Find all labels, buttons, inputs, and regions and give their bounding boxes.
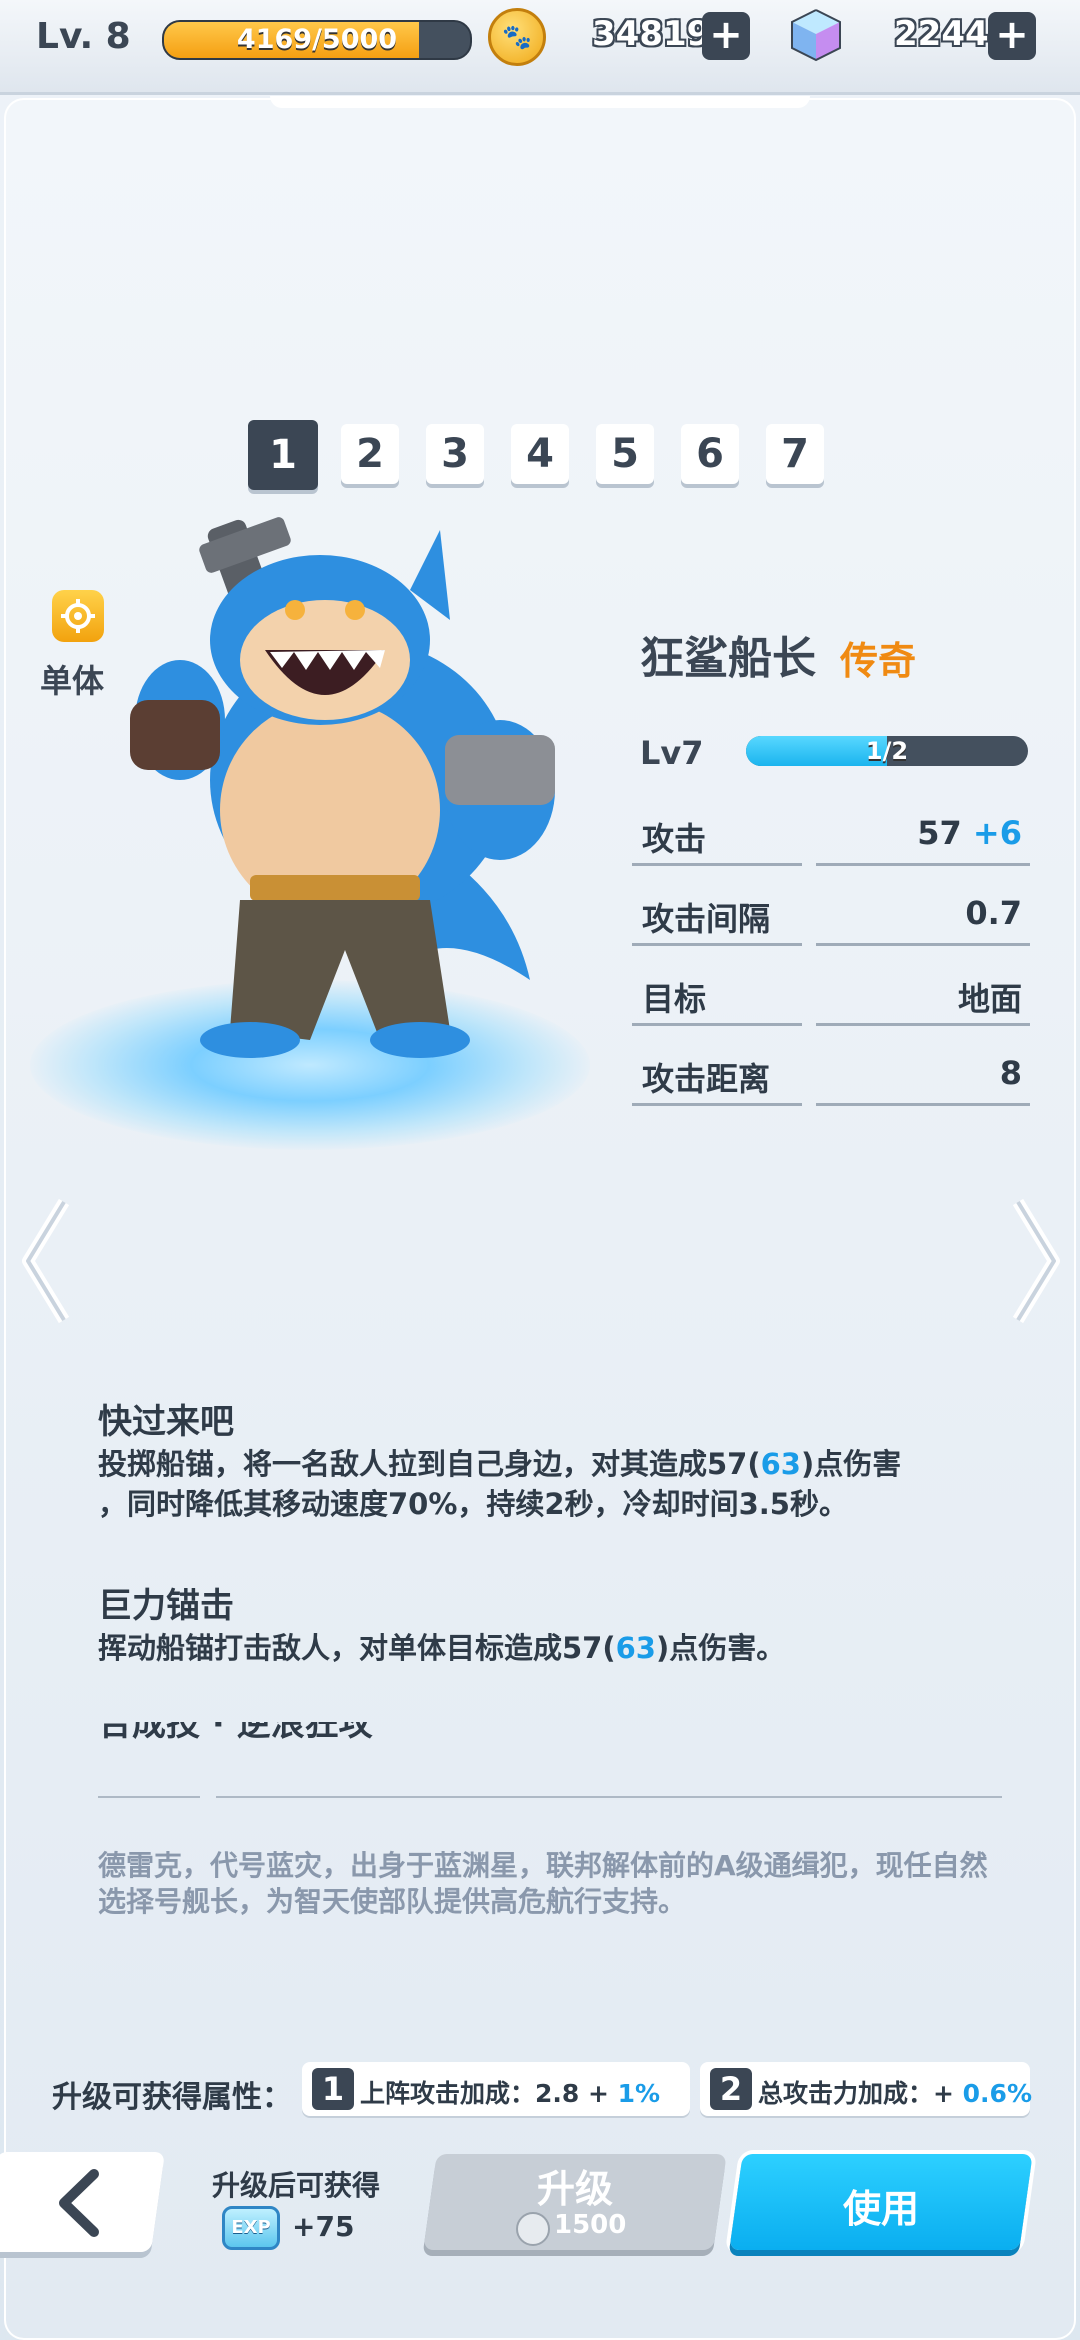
skill-title-2: 巨力锚击 [98, 1586, 234, 1626]
upgrade-cost: 1500 [554, 2210, 627, 2240]
add-coins-button[interactable]: + [702, 12, 750, 60]
resource-bar: Lv. 8 4169/5000 🐾 34819 + 2244 + [0, 0, 1080, 95]
skill-desc-1: 投掷船锚，将一名敌人拉到自己身边，对其造成57(63)点伤害 ，同时降低其移动速… [98, 1444, 998, 1524]
hero-name: 狂鲨船长 [640, 633, 816, 684]
level-tab-1[interactable]: 1 [248, 420, 318, 490]
attribute-text: 上阵攻击加成：2.8 + 1% [360, 2074, 660, 2110]
stat-underline [632, 863, 802, 866]
card-progress-bar: 1/2 [746, 736, 1028, 766]
exp-icon: EXP [222, 2206, 280, 2250]
add-gems-button[interactable]: + [988, 12, 1036, 60]
attribute-bonus: 1% [617, 2079, 661, 2108]
stat-base-value: 57 [917, 814, 962, 852]
level-tab-4[interactable]: 4 [511, 424, 569, 484]
skill-desc-text: )点伤害 [800, 1447, 902, 1481]
player-level: Lv. 8 [36, 16, 131, 57]
stat-underline [632, 1023, 802, 1026]
coin-count: 34819 [592, 14, 711, 54]
skill-desc-text: 投掷船锚，将一名敌人拉到自己身边，对其造成57( [98, 1447, 761, 1481]
crystal-cube-icon [791, 9, 841, 62]
stat-row-attack-range: 攻击距离 8 [632, 1046, 1030, 1106]
level-tab-7[interactable]: 7 [766, 424, 824, 484]
skill-desc-text: 挥动船锚打击敌人，对单体目标造成57( [98, 1631, 616, 1665]
stat-row-target: 目标 地面 [632, 966, 1030, 1026]
section-divider [98, 1796, 200, 1798]
previous-hero-arrow-icon[interactable] [20, 1196, 70, 1326]
attribute-number: 1 [312, 2068, 354, 2110]
upgrade-attribute-2: 2 总攻击力加成：+ 0.6% [700, 2062, 1032, 2116]
hero-lore-text: 德雷克，代号蓝灾，出身于蓝渊星，联邦解体前的A级通缉犯，现任自然选择号舰长，为智… [98, 1849, 988, 1918]
stat-name: 攻击间隔 [642, 900, 771, 938]
stat-underline [816, 943, 1030, 946]
skill-desc-text: ，同时降低其移动速度70%，持续2秒，冷却时间3.5秒。 [98, 1487, 848, 1521]
stat-value: 57 +6 [917, 814, 1022, 852]
stat-name: 目标 [642, 980, 707, 1018]
stat-row-attack-interval: 攻击间隔 0.7 [632, 886, 1030, 946]
skill-desc-2: 挥动船锚打击敌人，对单体目标造成57(63)点伤害。 [98, 1628, 998, 1668]
upgrade-button-label[interactable]: 升级 [430, 2158, 720, 2213]
stat-name: 攻击距离 [642, 1060, 771, 1098]
hero-level: Lv7 [640, 734, 704, 772]
attribute-text: 总攻击力加成：+ 0.6% [758, 2074, 1032, 2110]
stat-underline [816, 863, 1030, 866]
stat-bonus-value: +6 [972, 814, 1022, 852]
stat-value: 8 [999, 1054, 1022, 1092]
stat-underline [816, 1023, 1030, 1026]
hero-rarity: 传奇 [840, 639, 917, 683]
stat-name: 攻击 [642, 820, 707, 858]
paw-coin-icon: 🐾 [488, 8, 546, 66]
exp-progress-bar: 4169/5000 [162, 20, 472, 60]
attribute-bonus: 0.6% [962, 2079, 1032, 2108]
gem-count: 2244 [894, 14, 989, 54]
stat-underline [632, 943, 802, 946]
level-tab-2[interactable]: 2 [341, 424, 399, 484]
upgrade-attributes-label: 升级可获得属性： [52, 2080, 292, 2115]
skill-title-3-clipped: 合成技 · 逆浪狂攻 [98, 1722, 418, 1744]
skill-damage-highlight: 63 [615, 1631, 656, 1665]
skill-title-1: 快过来吧 [98, 1402, 234, 1442]
panel-handle [270, 96, 810, 108]
stat-row-attack: 攻击 57 +6 [632, 806, 1030, 866]
level-tab-6[interactable]: 6 [681, 424, 739, 484]
skill-title-3: 合成技 · 逆浪狂攻 [98, 1722, 373, 1744]
back-arrow-icon[interactable] [50, 2168, 110, 2238]
attribute-number: 2 [710, 2068, 752, 2110]
stat-value: 地面 [957, 980, 1022, 1018]
stat-underline [632, 1103, 802, 1106]
stat-value: 0.7 [965, 894, 1022, 932]
next-hero-arrow-icon[interactable] [1012, 1196, 1062, 1326]
shark-captain-hero-image [130, 517, 555, 1058]
upgrade-attribute-1: 1 上阵攻击加成：2.8 + 1% [302, 2062, 690, 2116]
skill-damage-highlight: 63 [760, 1447, 801, 1481]
upgrade-reward-title: 升级后可获得 [212, 2169, 381, 2202]
attribute-label: 上阵攻击加成：2.8 + [360, 2079, 618, 2108]
attribute-label: 总攻击力加成：+ [758, 2079, 963, 2108]
skill-desc-text: )点伤害。 [655, 1631, 786, 1665]
use-button-label[interactable]: 使用 [736, 2178, 1026, 2233]
level-tab-3[interactable]: 3 [426, 424, 484, 484]
exp-progress-label: 4169/5000 [236, 24, 398, 55]
card-progress-label: 1/2 [865, 737, 909, 765]
paw-coin-icon [516, 2212, 550, 2246]
level-tab-5[interactable]: 5 [596, 424, 654, 484]
section-divider [216, 1796, 1002, 1798]
upgrade-reward-value: +75 [292, 2210, 355, 2243]
stat-underline [816, 1103, 1030, 1106]
